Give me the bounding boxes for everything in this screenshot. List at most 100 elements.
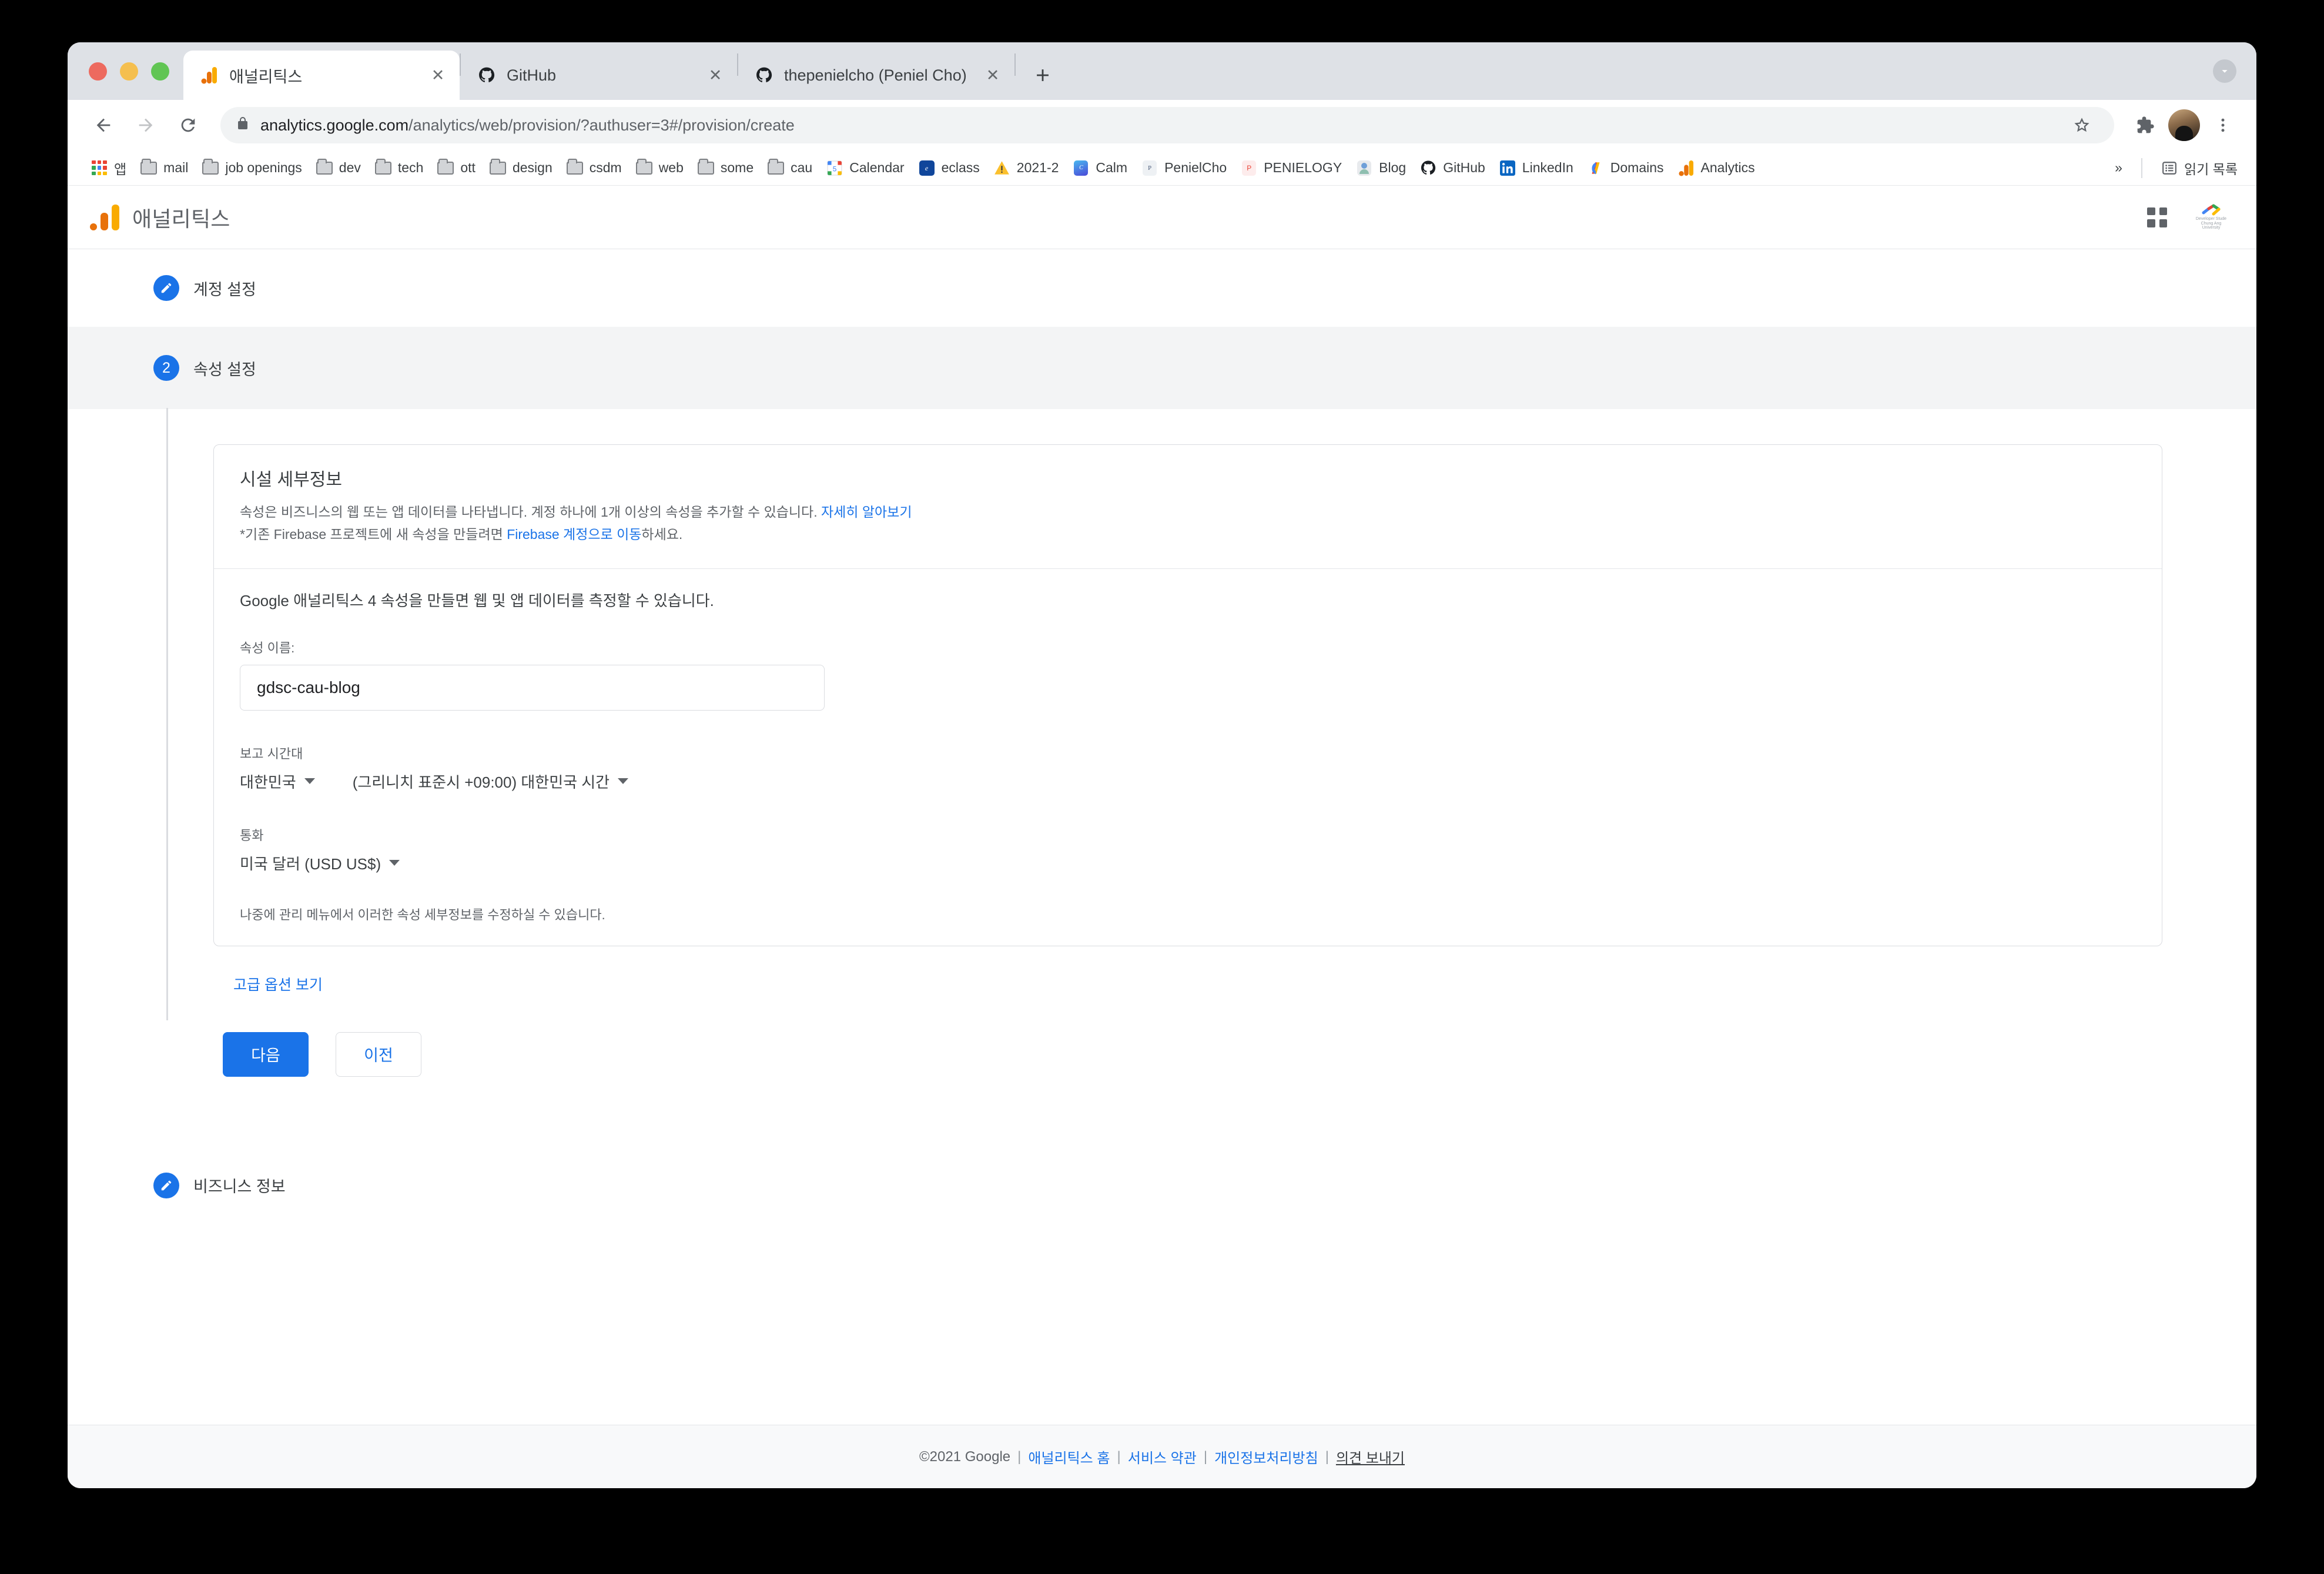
close-tab-button[interactable]: ✕ (983, 65, 1003, 85)
form-footnote: 나중에 관리 메뉴에서 이러한 속성 세부정보를 수정하실 수 있습니다. (240, 905, 2136, 923)
step-badge-edit-icon[interactable] (153, 1173, 179, 1198)
learn-more-link[interactable]: 자세히 알아보기 (821, 504, 912, 520)
chevron-down-icon (618, 778, 628, 784)
timezone-offset-select[interactable]: (그리니치 표준시 +09:00) 대한민국 시간 (353, 771, 628, 792)
bookmark-design[interactable]: design (483, 156, 560, 180)
browser-window: 애널리틱스 ✕ GitHub ✕ thepenielcho (Peniel Ch… (68, 42, 2256, 1488)
bookmark-penielcho[interactable]: P PenielCho (1134, 156, 1234, 180)
step-account-setup[interactable]: 계정 설정 (68, 249, 2256, 327)
property-name-input[interactable]: gdsc-cau-blog (240, 665, 825, 711)
folder-icon (437, 160, 454, 176)
bookmark-star-icon[interactable] (2065, 108, 2099, 142)
reading-list-button[interactable]: 읽기 목록 (2154, 155, 2245, 182)
close-tab-button[interactable]: ✕ (428, 65, 448, 85)
card-description-text: 속성은 비즈니스의 웹 또는 앱 데이터를 나타냅니다. 계정 하나에 1개 이… (240, 504, 818, 520)
bookmark-label: csdm (590, 160, 622, 176)
previous-button[interactable]: 이전 (336, 1032, 421, 1077)
browser-toolbar: analytics.google.com/analytics/web/provi… (68, 100, 2256, 150)
browser-tab-analytics[interactable]: 애널리틱스 ✕ (183, 51, 460, 100)
tab-title: thepenielcho (Peniel Cho) (784, 66, 972, 85)
bookmark-penielogy[interactable]: P PENIELOGY (1234, 156, 1349, 180)
footer-link-privacy[interactable]: 개인정보처리방침 (1214, 1446, 1318, 1467)
bookmark-label: 앱 (114, 158, 126, 178)
google-calendar-icon: 5 (826, 160, 843, 176)
folder-icon (636, 160, 652, 176)
back-button[interactable] (85, 107, 122, 143)
currency-select[interactable]: 미국 달러 (USD US$) (240, 852, 400, 874)
currency-label: 통화 (240, 825, 2136, 844)
bookmark-2021-2[interactable]: 2021-2 (987, 156, 1066, 180)
bookmark-label: Domains (1610, 160, 1664, 176)
profile-avatar[interactable] (2168, 109, 2200, 141)
bookmark-analytics[interactable]: Analytics (1671, 156, 1762, 180)
reading-list-icon (2161, 160, 2178, 176)
extensions-icon[interactable] (2128, 108, 2162, 142)
browser-menu-icon[interactable] (2206, 108, 2240, 142)
chevron-down-icon (304, 778, 315, 784)
firebase-account-link[interactable]: Firebase 계정으로 이동 (507, 527, 641, 542)
footer-feedback-link[interactable]: 의견 보내기 (1336, 1446, 1405, 1467)
google-apps-icon (91, 160, 108, 176)
tab-divider (1014, 53, 1016, 76)
step-label: 계정 설정 (193, 277, 256, 300)
close-window-button[interactable] (89, 62, 107, 81)
step-badge-edit-icon[interactable] (153, 275, 179, 301)
timezone-country-value: 대한민국 (240, 771, 296, 792)
header-right-controls: Developer Stude Chung Ang University (2147, 199, 2229, 236)
bookmark-dev[interactable]: dev (309, 156, 368, 180)
footer-separator: | (1110, 1449, 1128, 1465)
bookmark-eclass[interactable]: e eclass (912, 156, 987, 180)
step-business-info[interactable]: 비즈니스 정보 (68, 1147, 2256, 1224)
card-description-line-1: 속성은 비즈니스의 웹 또는 앱 데이터를 나타냅니다. 계정 하나에 1개 이… (240, 501, 2136, 524)
bookmark-label: PENIELOGY (1264, 160, 1342, 176)
minimize-window-button[interactable] (120, 62, 138, 81)
new-tab-button[interactable] (1024, 56, 1061, 94)
step-label: 비즈니스 정보 (193, 1174, 286, 1197)
bookmark-job-openings[interactable]: job openings (195, 156, 309, 180)
show-advanced-options-link[interactable]: 고급 옵션 보기 (233, 973, 2256, 994)
step-badge-2[interactable]: 2 (153, 355, 179, 381)
eclass-icon: e (919, 160, 935, 176)
bookmark-calendar[interactable]: 5 Calendar (819, 156, 911, 180)
footer-link-analytics-home[interactable]: 애널리틱스 홈 (1028, 1446, 1110, 1467)
reload-button[interactable] (170, 107, 206, 143)
apps-grid-icon[interactable] (2147, 207, 2167, 227)
folder-icon (698, 160, 714, 176)
gdsc-avatar[interactable]: Developer Stude Chung Ang University (2193, 199, 2229, 236)
currency-value: 미국 달러 (USD US$) (240, 852, 381, 874)
window-collapse-icon[interactable] (2213, 59, 2236, 83)
bookmark-tech[interactable]: tech (368, 156, 430, 180)
analytics-header: 애널리틱스 Developer Stude Chung Ang Universi… (68, 186, 2256, 249)
bookmark-csdm[interactable]: csdm (560, 156, 629, 180)
address-bar[interactable]: analytics.google.com/analytics/web/provi… (220, 107, 2114, 143)
bookmark-github[interactable]: GitHub (1413, 156, 1492, 180)
step-property-setup[interactable]: 2 속성 설정 (68, 327, 2256, 409)
browser-tab-penielcho[interactable]: thepenielcho (Peniel Cho) ✕ (738, 51, 1014, 100)
bookmark-blog[interactable]: Blog (1349, 156, 1413, 180)
bookmark-cau[interactable]: cau (761, 156, 819, 180)
close-tab-button[interactable]: ✕ (705, 65, 725, 85)
bookmark-apps[interactable]: 앱 (84, 155, 133, 182)
bookmark-ott[interactable]: ott (430, 156, 483, 180)
forward-button[interactable] (128, 107, 164, 143)
bookmark-some[interactable]: some (691, 156, 761, 180)
footer-link-terms[interactable]: 서비스 약관 (1128, 1446, 1197, 1467)
property-name-label: 속성 이름: (240, 638, 2136, 657)
bookmark-domains[interactable]: Domains (1580, 156, 1671, 180)
bookmark-label: Analytics (1701, 160, 1755, 176)
folder-icon (567, 160, 583, 176)
bookmark-web[interactable]: web (629, 156, 691, 180)
bookmark-mail[interactable]: mail (133, 156, 195, 180)
divider (2141, 158, 2142, 178)
maximize-window-button[interactable] (151, 62, 169, 81)
folder-icon (316, 160, 333, 176)
timezone-country-select[interactable]: 대한민국 (240, 771, 315, 792)
lock-icon (236, 116, 250, 135)
bookmark-linkedin[interactable]: LinkedIn (1492, 156, 1580, 180)
bookmarks-overflow-button[interactable]: » (2108, 156, 2129, 179)
browser-tab-github[interactable]: GitHub ✕ (461, 51, 737, 100)
linkedin-icon (1499, 160, 1516, 176)
bookmark-label: GitHub (1443, 160, 1485, 176)
bookmark-calm[interactable]: C Calm (1066, 156, 1134, 180)
next-button[interactable]: 다음 (223, 1032, 309, 1077)
